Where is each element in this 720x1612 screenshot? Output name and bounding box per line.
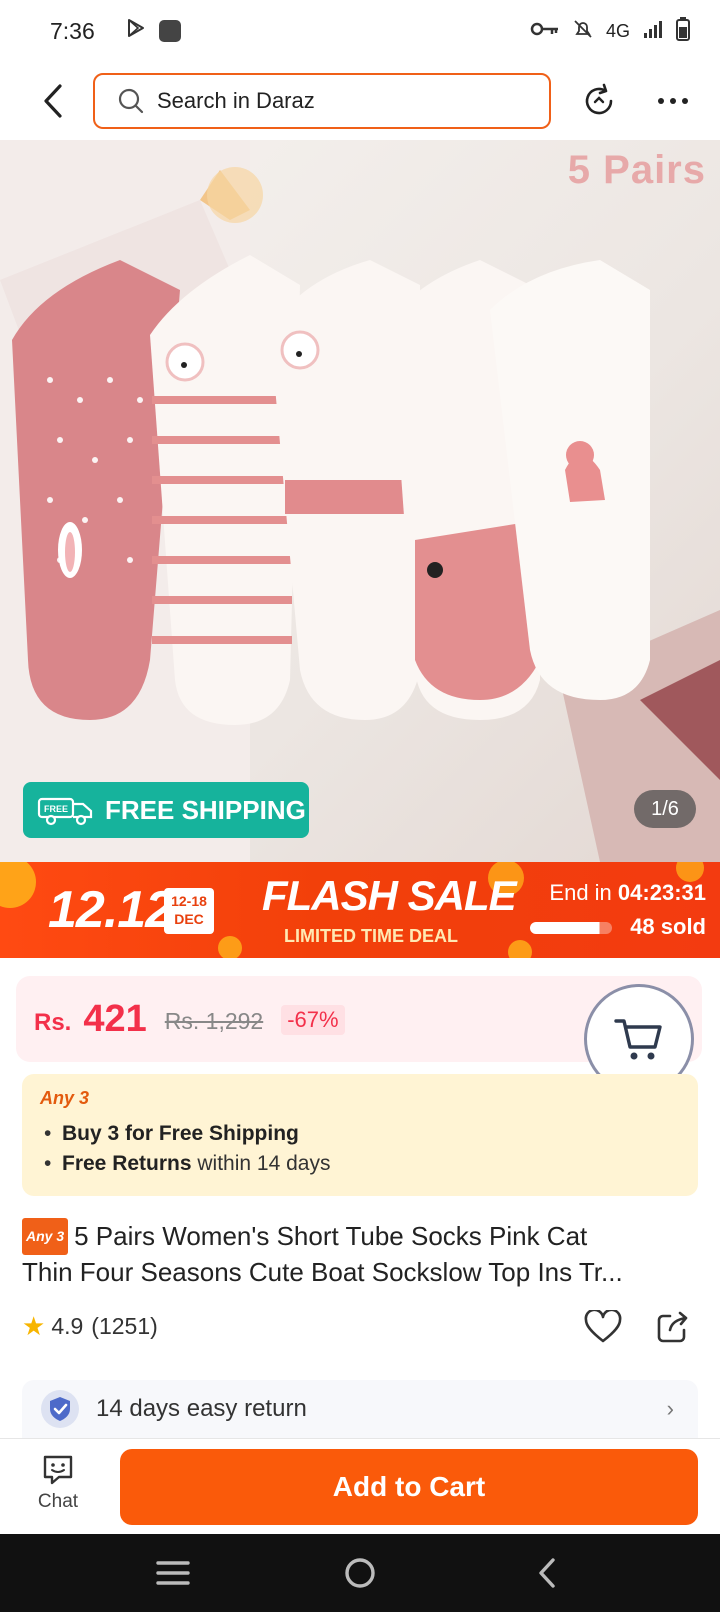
bottom-action-bar: Chat Add to Cart [0,1438,720,1534]
free-badge-text: FREE [44,804,68,814]
search-placeholder: Search in Daraz [157,88,315,113]
product-title-line-1: Any 35 Pairs Women's Short Tube Socks Pi… [22,1218,702,1255]
price-currency: Rs. [34,1009,72,1036]
heart-icon [584,1310,622,1343]
chat-icon [43,1455,73,1485]
status-bar: 7:36 4G [0,0,720,62]
add-to-cart-button[interactable]: Add to Cart [120,1449,698,1525]
flash-countdown: End in 04:23:31 [549,880,706,906]
signal-icon [642,19,664,44]
search-input[interactable]: Search in Daraz [93,73,551,129]
pairs-label: 5 Pairs [567,148,706,192]
flash-sale-subtitle: LIMITED TIME DEAL [284,926,458,946]
product-image [0,140,720,862]
free-shipping-label: FREE SHIPPING [105,794,306,825]
campaign-label: 12.12 [48,881,174,939]
status-left: 7:36 [50,17,181,45]
free-shipping-badge: FREE FREE SHIPPING [23,782,309,838]
promo-line-free-shipping: Buy 3 for Free Shipping [40,1119,680,1149]
share-icon [657,1311,688,1343]
system-nav-bar [0,1534,720,1612]
network-type: 4G [605,20,630,41]
rating-score: 4.9 [51,1312,84,1339]
promo-box[interactable]: Any 3 Buy 3 for Free Shipping Free Retur… [22,1074,698,1196]
product-title-text-1: 5 Pairs Women's Short Tube Socks Pink Ca… [74,1221,588,1251]
back-chevron-icon [538,1558,555,1588]
status-right: 4G [530,16,690,46]
price-value: 421 [83,997,147,1040]
product-title: Any 35 Pairs Women's Short Tube Socks Pi… [22,1218,702,1290]
chat-button[interactable]: Chat [22,1453,94,1529]
back-button[interactable] [28,76,78,126]
flash-sale-banner[interactable]: 12.12 12-18 DEC FLASH SALE LIMITED TIME … [0,862,720,958]
discount-badge: -67% [281,1005,345,1035]
truck-icon: FREE [37,797,93,826]
recent-apps-button[interactable] [143,1543,203,1603]
promo-line2-rest: within 14 days [191,1152,331,1175]
promo-line1-text: Buy 3 for Free Shipping [62,1122,299,1145]
sold-count: 48 sold [630,914,706,939]
share-button[interactable] [652,1306,694,1348]
sold-progress-bar [530,922,612,934]
easy-return-label: 14 days easy return [96,1395,307,1422]
rating-count[interactable]: (1251) [91,1313,157,1340]
product-image-gallery[interactable]: 5 Pairs FREE FREE SHIPPING 1/6 [0,140,720,862]
promo-line-free-returns: Free Returns within 14 days [40,1149,680,1179]
home-button[interactable] [330,1543,390,1603]
shield-check-icon [41,1390,79,1428]
promo-line2-bold: Free Returns [62,1152,192,1175]
menu-lines-icon [156,1561,191,1585]
top-header: Search in Daraz [0,62,720,140]
back-arrow-icon [44,84,62,118]
mute-icon [572,18,594,45]
more-options-button[interactable] [650,78,696,124]
promo-tag: Any 3 [40,1088,90,1108]
status-time: 7:36 [50,17,95,44]
campaign-month: DEC [174,911,204,927]
campaign-date-range: 12-18 [171,893,207,909]
easy-return-row[interactable]: 14 days easy return › [22,1380,698,1438]
image-page-indicator: 1/6 [634,790,696,828]
any3-tag: Any 3 [22,1218,69,1255]
star-icon: ★ [22,1310,46,1341]
search-icon [118,88,144,114]
original-price: Rs. 1,292 [164,1007,264,1034]
chevron-right-icon: › [666,1396,674,1421]
refresh-icon [585,83,613,115]
wishlist-button[interactable] [582,1306,624,1348]
battery-icon [676,16,690,46]
countdown-label: End in [549,880,612,905]
campaign-date-badge: 12-18 DEC [164,888,214,934]
vpn-key-icon [530,21,560,42]
more-dots-icon [658,98,688,104]
cart-icon [614,1019,662,1060]
app-notification-icon [158,20,181,42]
play-store-icon [125,17,147,45]
rating-row: ★ 4.9 (1251) [22,1306,698,1346]
product-title-line-2: Thin Four Seasons Cute Boat Sockslow Top… [22,1257,623,1287]
home-circle-icon [345,1558,375,1588]
refresh-button[interactable] [576,78,622,124]
chat-label: Chat [37,1491,79,1512]
flash-sale-title: FLASH SALE [262,872,517,919]
system-back-button[interactable] [517,1543,577,1603]
countdown-value: 04:23:31 [617,880,706,905]
